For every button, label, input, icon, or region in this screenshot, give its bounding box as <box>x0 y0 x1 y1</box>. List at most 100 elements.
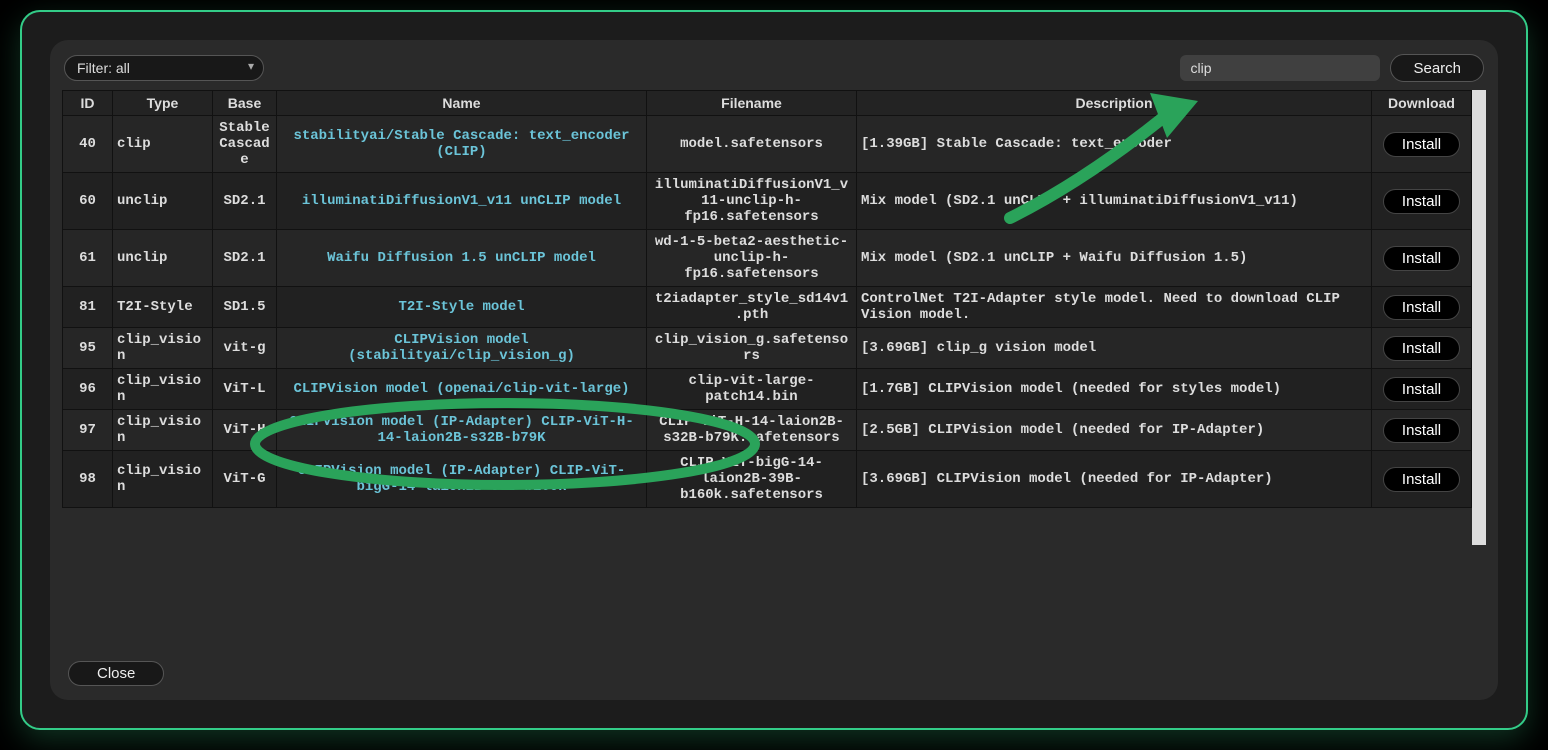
scroll-up-icon[interactable]: ▲ <box>1473 90 1485 101</box>
model-name-link[interactable]: stabilityai/Stable Cascade: text_encoder… <box>293 128 629 160</box>
model-name-link[interactable]: illuminatiDiffusionV1_v11 unCLIP model <box>302 193 621 209</box>
cell-name: stabilityai/Stable Cascade: text_encoder… <box>277 116 647 173</box>
install-button[interactable]: Install <box>1383 467 1460 492</box>
window-frame: Filter: all Search ▲ ▼ ID Type Base Name… <box>20 10 1528 730</box>
cell-id: 40 <box>63 116 113 173</box>
cell-download: Install <box>1372 410 1472 451</box>
cell-download: Install <box>1372 230 1472 287</box>
model-name-link[interactable]: CLIPVision model (stabilityai/clip_visio… <box>348 332 575 364</box>
cell-base: Stable Cascade <box>213 116 277 173</box>
toolbar: Filter: all Search <box>50 40 1498 90</box>
cell-id: 95 <box>63 328 113 369</box>
cell-type: clip_vision <box>113 451 213 508</box>
cell-type: unclip <box>113 173 213 230</box>
table-row: 96clip_visionViT-L CLIPVision model (open… <box>63 369 1472 410</box>
col-filename: Filename <box>647 91 857 116</box>
install-button[interactable]: Install <box>1383 377 1460 402</box>
install-button[interactable]: Install <box>1383 189 1460 214</box>
cell-base: SD2.1 <box>213 173 277 230</box>
filter-select-wrap: Filter: all <box>64 55 264 81</box>
cell-id: 60 <box>63 173 113 230</box>
cell-name: Waifu Diffusion 1.5 unCLIP model <box>277 230 647 287</box>
cell-filename: t2iadapter_style_sd14v1.pth <box>647 287 857 328</box>
cell-download: Install <box>1372 116 1472 173</box>
cell-description: [3.69GB] CLIPVision model (needed for IP… <box>857 451 1372 508</box>
install-button[interactable]: Install <box>1383 336 1460 361</box>
cell-id: 97 <box>63 410 113 451</box>
col-description: Description <box>857 91 1372 116</box>
cell-filename: clip-vit-large-patch14.bin <box>647 369 857 410</box>
cell-description: [1.39GB] Stable Cascade: text_encoder <box>857 116 1372 173</box>
filter-select[interactable]: Filter: all <box>64 55 264 81</box>
cell-id: 98 <box>63 451 113 508</box>
cell-name: CLIPVision model (stabilityai/clip_visio… <box>277 328 647 369</box>
cell-id: 61 <box>63 230 113 287</box>
cell-type: T2I-Style <box>113 287 213 328</box>
cell-name: CLIPVision model (openai/clip-vit-large) <box>277 369 647 410</box>
footer: Close <box>68 661 164 686</box>
cell-type: clip_vision <box>113 328 213 369</box>
table-scroll[interactable]: ▲ ▼ ID Type Base Name Filename Descripti… <box>62 90 1486 545</box>
cell-filename: model.safetensors <box>647 116 857 173</box>
search-button[interactable]: Search <box>1390 54 1484 82</box>
cell-filename: illuminatiDiffusionV1_v11-unclip-h-fp16.… <box>647 173 857 230</box>
cell-base: SD2.1 <box>213 230 277 287</box>
model-name-link[interactable]: CLIPVision model (IP-Adapter) CLIP-ViT-H… <box>289 414 633 446</box>
cell-download: Install <box>1372 369 1472 410</box>
install-button[interactable]: Install <box>1383 246 1460 271</box>
cell-name: CLIPVision model (IP-Adapter) CLIP-ViT-H… <box>277 410 647 451</box>
model-name-link[interactable]: Waifu Diffusion 1.5 unCLIP model <box>327 250 596 266</box>
cell-description: [2.5GB] CLIPVision model (needed for IP-… <box>857 410 1372 451</box>
cell-filename: CLIP-ViT-bigG-14-laion2B-39B-b160k.safet… <box>647 451 857 508</box>
cell-id: 96 <box>63 369 113 410</box>
cell-name: illuminatiDiffusionV1_v11 unCLIP model <box>277 173 647 230</box>
models-table: ID Type Base Name Filename Description D… <box>62 90 1472 508</box>
model-manager-panel: Filter: all Search ▲ ▼ ID Type Base Name… <box>50 40 1498 700</box>
col-id: ID <box>63 91 113 116</box>
install-button[interactable]: Install <box>1383 418 1460 443</box>
cell-type: clip_vision <box>113 369 213 410</box>
table-row: 61unclipSD2.1 Waifu Diffusion 1.5 unCLIP … <box>63 230 1472 287</box>
table-row: 81T2I-StyleSD1.5 T2I-Style model t2iadapte… <box>63 287 1472 328</box>
cell-type: unclip <box>113 230 213 287</box>
close-button[interactable]: Close <box>68 661 164 686</box>
install-button[interactable]: Install <box>1383 295 1460 320</box>
cell-description: ControlNet T2I-Adapter style model. Need… <box>857 287 1372 328</box>
table-row: 40clipStable Cascade stabilityai/Stable C… <box>63 116 1472 173</box>
cell-type: clip <box>113 116 213 173</box>
cell-description: Mix model (SD2.1 unCLIP + illuminatiDiff… <box>857 173 1372 230</box>
cell-filename: clip_vision_g.safetensors <box>647 328 857 369</box>
cell-filename: CLIP-ViT-H-14-laion2B-s32B-b79K.safetens… <box>647 410 857 451</box>
cell-name: T2I-Style model <box>277 287 647 328</box>
cell-description: [3.69GB] clip_g vision model <box>857 328 1372 369</box>
col-download: Download <box>1372 91 1472 116</box>
cell-id: 81 <box>63 287 113 328</box>
col-name: Name <box>277 91 647 116</box>
cell-base: ViT-H <box>213 410 277 451</box>
table-row: 60unclipSD2.1 illuminatiDiffusionV1_v11 u… <box>63 173 1472 230</box>
cell-download: Install <box>1372 173 1472 230</box>
model-name-link[interactable]: T2I-Style model <box>398 299 524 315</box>
cell-type: clip_vision <box>113 410 213 451</box>
cell-base: SD1.5 <box>213 287 277 328</box>
cell-base: ViT-L <box>213 369 277 410</box>
table-row: 98clip_visionViT-G CLIPVision model (IP-A… <box>63 451 1472 508</box>
model-name-link[interactable]: CLIPVision model (openai/clip-vit-large) <box>293 381 629 397</box>
cell-description: [1.7GB] CLIPVision model (needed for sty… <box>857 369 1372 410</box>
cell-filename: wd-1-5-beta2-aesthetic-unclip-h-fp16.saf… <box>647 230 857 287</box>
cell-description: Mix model (SD2.1 unCLIP + Waifu Diffusio… <box>857 230 1372 287</box>
model-name-link[interactable]: CLIPVision model (IP-Adapter) CLIP-ViT-b… <box>298 463 626 495</box>
table-header-row: ID Type Base Name Filename Description D… <box>63 91 1472 116</box>
cell-download: Install <box>1372 287 1472 328</box>
cell-base: ViT-G <box>213 451 277 508</box>
table-row: 97clip_visionViT-H CLIPVision model (IP-A… <box>63 410 1472 451</box>
cell-download: Install <box>1372 451 1472 508</box>
cell-name: CLIPVision model (IP-Adapter) CLIP-ViT-b… <box>277 451 647 508</box>
cell-base: vit-g <box>213 328 277 369</box>
scroll-down-icon[interactable]: ▼ <box>1473 534 1485 545</box>
col-base: Base <box>213 91 277 116</box>
search-input[interactable] <box>1180 55 1380 81</box>
col-type: Type <box>113 91 213 116</box>
install-button[interactable]: Install <box>1383 132 1460 157</box>
cell-download: Install <box>1372 328 1472 369</box>
